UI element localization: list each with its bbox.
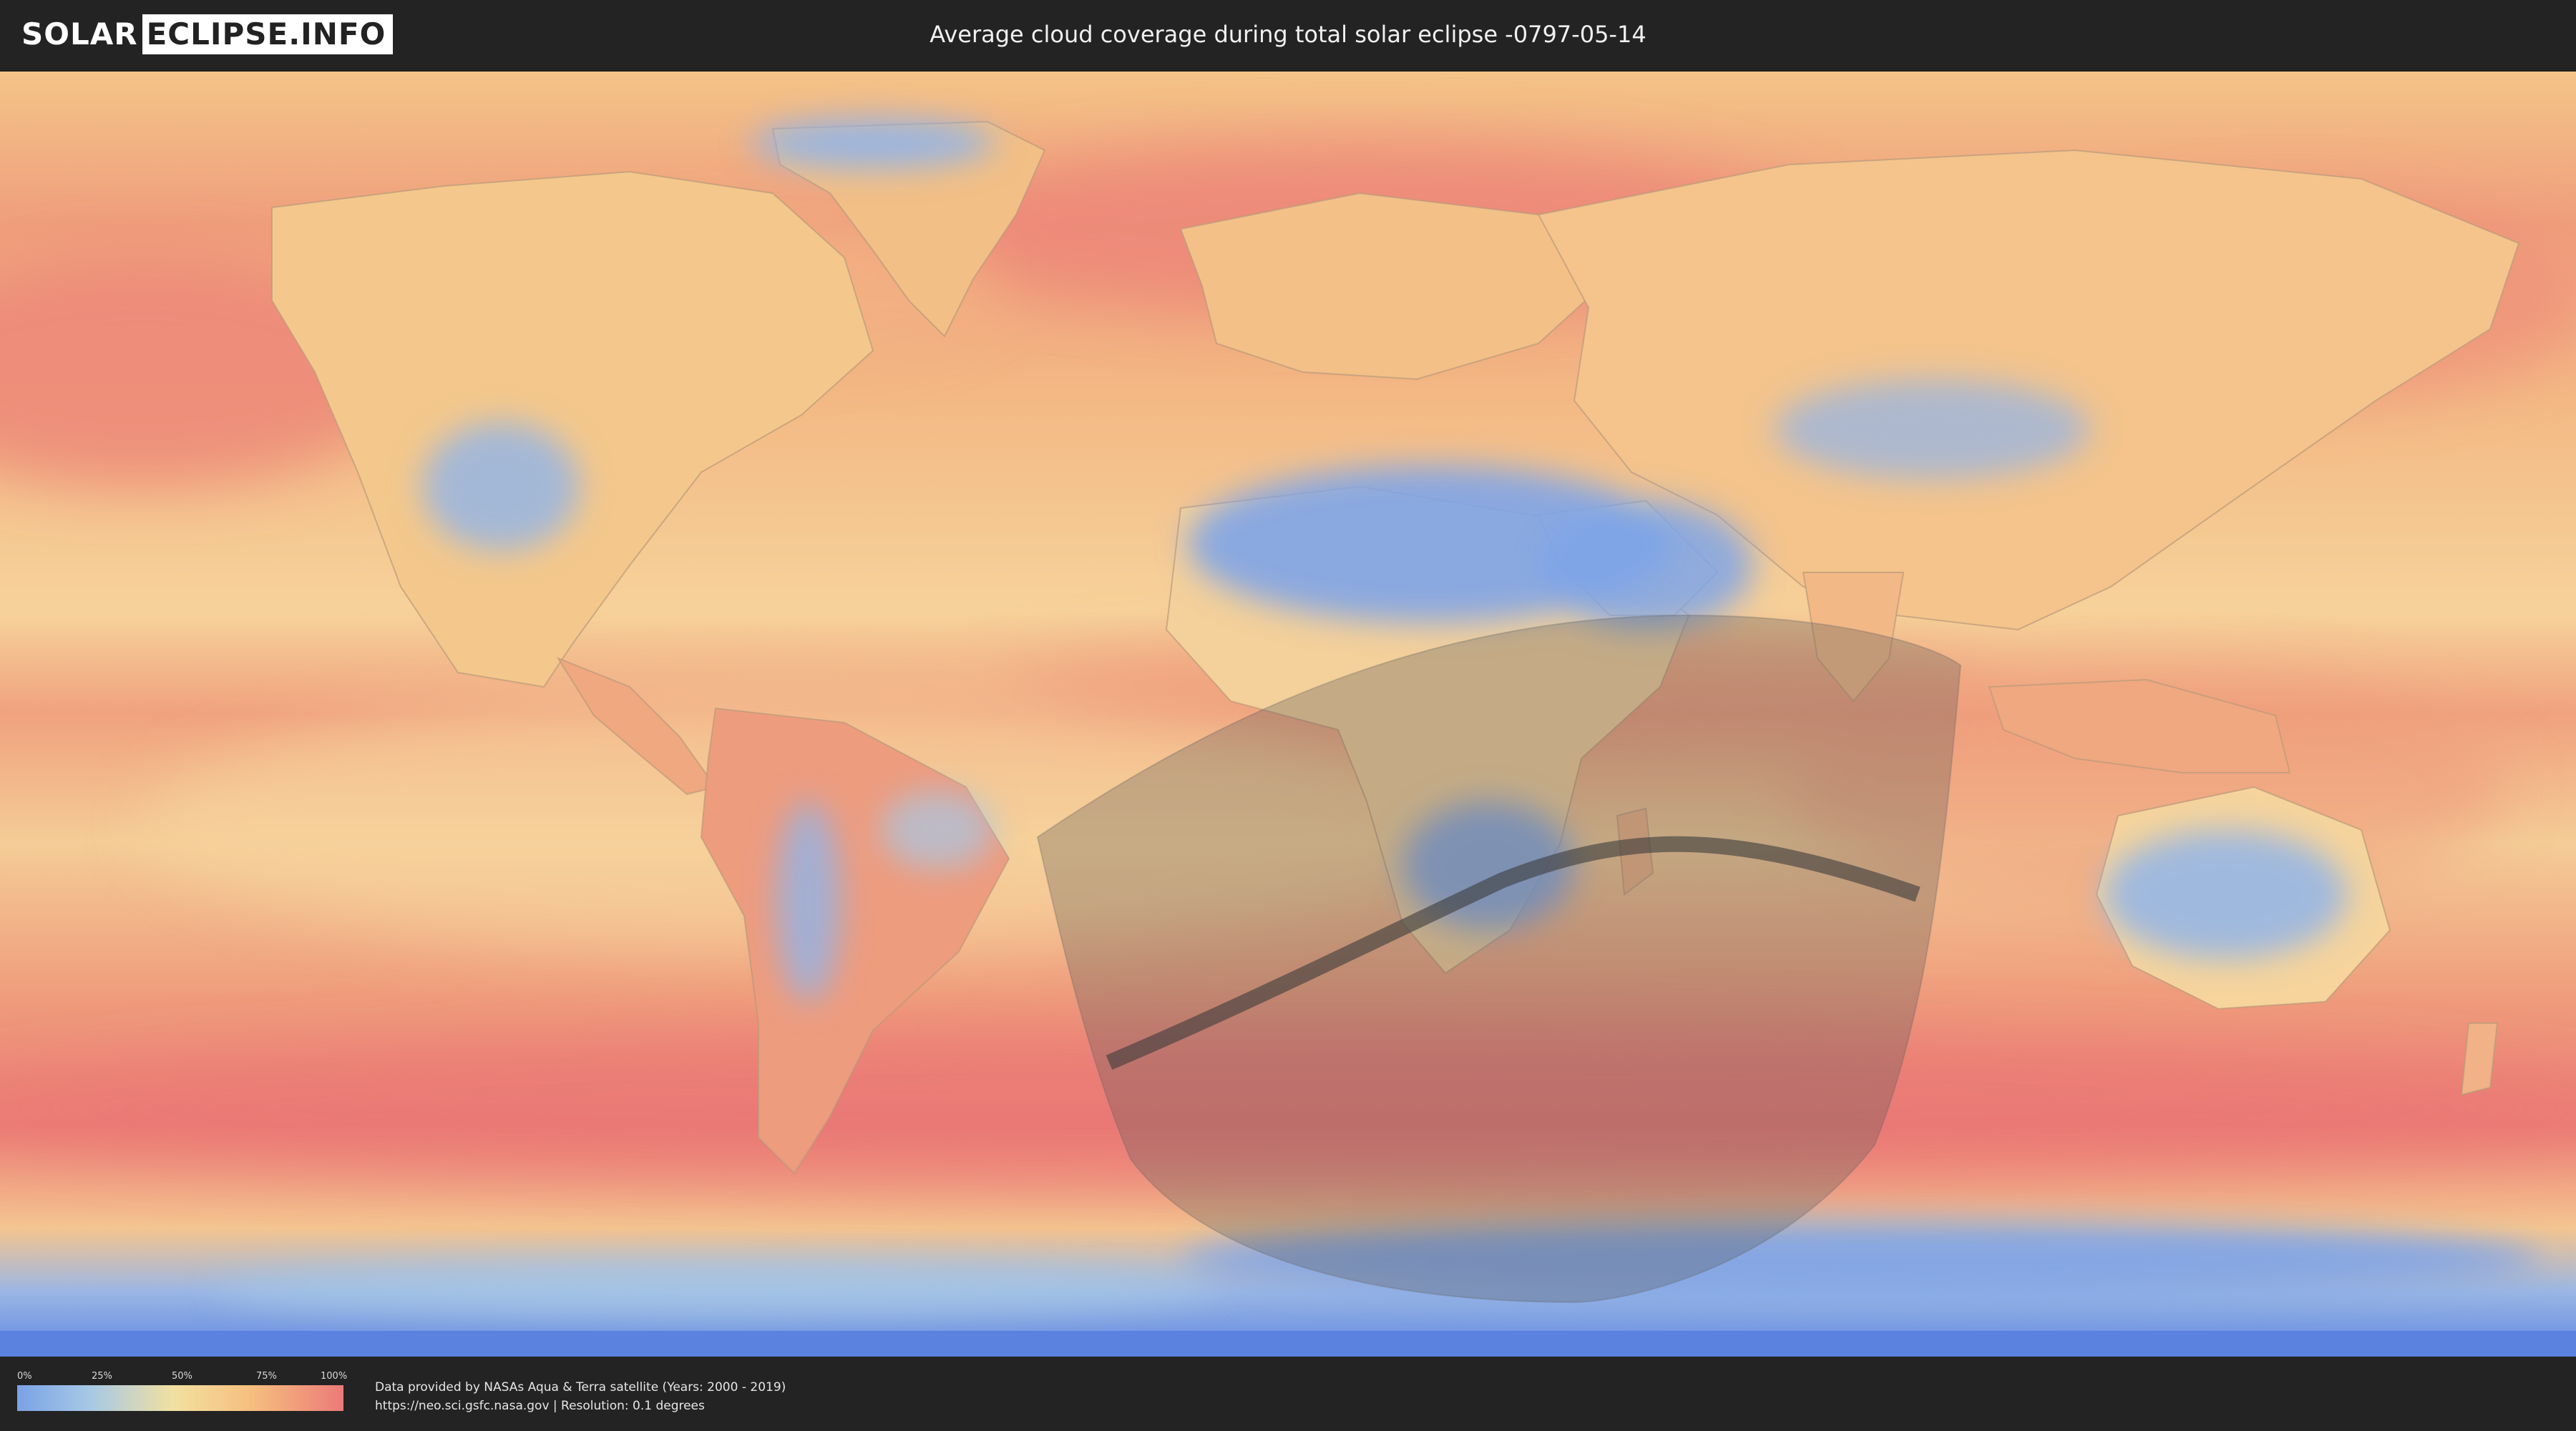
credit-line: Data provided by NASAs Aqua & Terra sate… [375, 1380, 786, 1395]
legend-tick-0: 0% [17, 1371, 32, 1382]
legend-tick-75: 75% [256, 1371, 277, 1382]
cloud-coverage-map [0, 72, 2576, 1357]
source-line: https://neo.sci.gsfc.nasa.gov | Resoluti… [375, 1399, 705, 1413]
page-title: Average cloud coverage during total sola… [930, 21, 1646, 48]
cloud-coverage-legend: 0% 25% 50% 75% 100% [17, 1371, 347, 1412]
footer-bar: 0% 25% 50% 75% 100% Data provided by NAS… [0, 1357, 2576, 1431]
header-bar: SOLAR ECLIPSE.INFO Average cloud coverag… [0, 0, 2576, 69]
legend-tick-100: 100% [321, 1371, 348, 1382]
antarctica-edge [0, 1331, 2576, 1357]
legend-gradient-bar [17, 1385, 343, 1411]
legend-tick-25: 25% [92, 1371, 112, 1382]
legend-tick-50: 50% [172, 1371, 192, 1382]
data-credits: Data provided by NASAs Aqua & Terra sate… [375, 1378, 786, 1415]
map-canvas [0, 72, 2576, 1357]
